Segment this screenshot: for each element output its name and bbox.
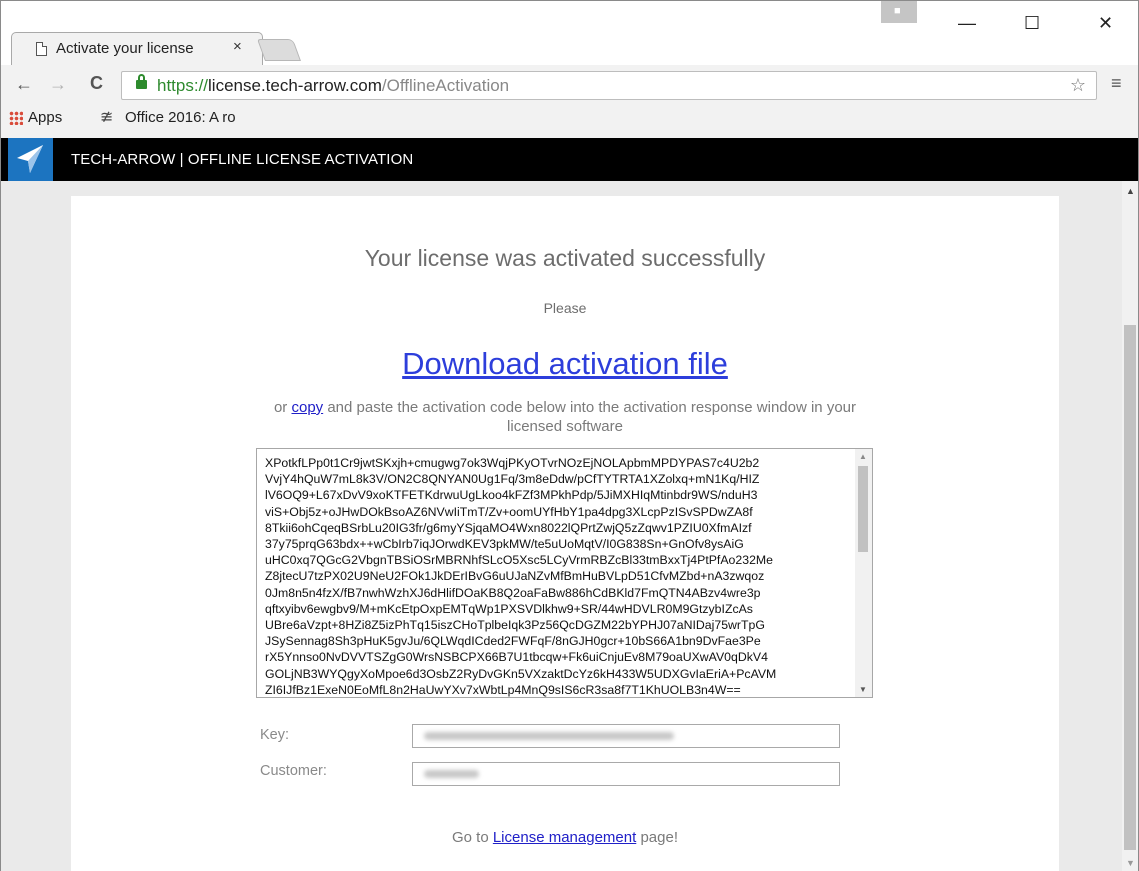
page-scrollbar[interactable]: ▲ ▼ xyxy=(1122,181,1138,871)
bookmarks-bar: Apps ≇ Office 2016: A ro xyxy=(1,105,1138,131)
browser-window: Activate your license × ■ — ☐ ✕ ← → C ht… xyxy=(0,0,1139,871)
paper-plane-icon xyxy=(17,145,43,173)
bookmark-apps[interactable]: Apps xyxy=(28,109,62,126)
key-field[interactable] xyxy=(412,724,840,748)
success-headline: Your license was activated successfully xyxy=(364,245,766,271)
please-text: Please xyxy=(543,300,587,316)
document-icon xyxy=(36,42,47,56)
site-title: TECH-ARROW | OFFLINE LICENSE ACTIVATION xyxy=(71,151,414,168)
tab-activate-license[interactable]: Activate your license × xyxy=(11,32,263,65)
maximize-button[interactable]: ☐ xyxy=(1024,13,1040,34)
menu-icon[interactable]: ≡ xyxy=(1111,73,1122,94)
code-scrollbar[interactable]: ▲ ▼ xyxy=(855,449,872,697)
customer-value-redacted xyxy=(424,770,479,778)
back-arrow-icon[interactable]: ← xyxy=(15,74,33,95)
activation-card: Your license was activated successfully … xyxy=(71,196,1059,871)
customer-label: Customer: xyxy=(260,763,327,779)
office-bookmark-icon: ≇ xyxy=(100,109,114,126)
tab-strip: Activate your license × ■ — ☐ ✕ xyxy=(1,1,1138,65)
reload-icon[interactable]: C xyxy=(90,73,103,94)
lock-icon xyxy=(136,74,147,89)
page-scrollbar-thumb[interactable] xyxy=(1124,325,1136,850)
site-header: TECH-ARROW | OFFLINE LICENSE ACTIVATION xyxy=(1,138,1138,181)
bookmark-office-2016[interactable]: Office 2016: A ro xyxy=(125,109,275,126)
activation-code: XPotkfLPp0t1Cr9jwtSKxjh+cmugwg7ok3WqjPKy… xyxy=(265,456,777,697)
bookmark-star-icon[interactable]: ☆ xyxy=(1070,75,1086,96)
footer-text: Go to License management page! xyxy=(451,829,678,846)
page-viewport: Your license was activated successfully … xyxy=(1,181,1122,871)
user-icon: ■ xyxy=(894,5,901,17)
tab-title: Activate your license xyxy=(56,40,194,57)
license-management-link[interactable]: License management xyxy=(493,829,636,846)
code-scrollbar-thumb[interactable] xyxy=(858,466,868,552)
tab-close-icon[interactable]: × xyxy=(233,38,242,55)
address-bar[interactable]: https://license.tech-arrow.com/OfflineAc… xyxy=(121,71,1097,100)
scroll-down-arrow-icon[interactable]: ▼ xyxy=(859,685,867,694)
key-value-redacted xyxy=(424,732,674,740)
scroll-up-arrow-icon[interactable]: ▲ xyxy=(859,452,867,461)
url-text: https://license.tech-arrow.com/OfflineAc… xyxy=(157,76,510,95)
browser-toolbar: ← → C https://license.tech-arrow.com/Off… xyxy=(1,65,1138,105)
key-label: Key: xyxy=(260,727,290,743)
apps-grid-icon[interactable] xyxy=(9,111,23,125)
page-scroll-down-icon[interactable]: ▼ xyxy=(1126,858,1135,868)
profile-button[interactable]: ■ xyxy=(881,1,917,23)
customer-field[interactable] xyxy=(412,762,840,786)
page-scroll-up-icon[interactable]: ▲ xyxy=(1126,186,1135,196)
forward-arrow-icon[interactable]: → xyxy=(49,74,67,95)
instructions-text: or copy and paste the activation code be… xyxy=(273,399,857,435)
download-activation-file-link[interactable]: Download activation file xyxy=(71,346,1059,382)
new-tab-button[interactable] xyxy=(256,39,302,61)
tech-arrow-logo[interactable] xyxy=(8,138,53,181)
close-window-button[interactable]: ✕ xyxy=(1098,13,1113,34)
activation-code-textarea[interactable]: XPotkfLPp0t1Cr9jwtSKxjh+cmugwg7ok3WqjPKy… xyxy=(256,448,873,698)
copy-link[interactable]: copy xyxy=(291,399,323,416)
minimize-button[interactable]: — xyxy=(958,13,976,34)
